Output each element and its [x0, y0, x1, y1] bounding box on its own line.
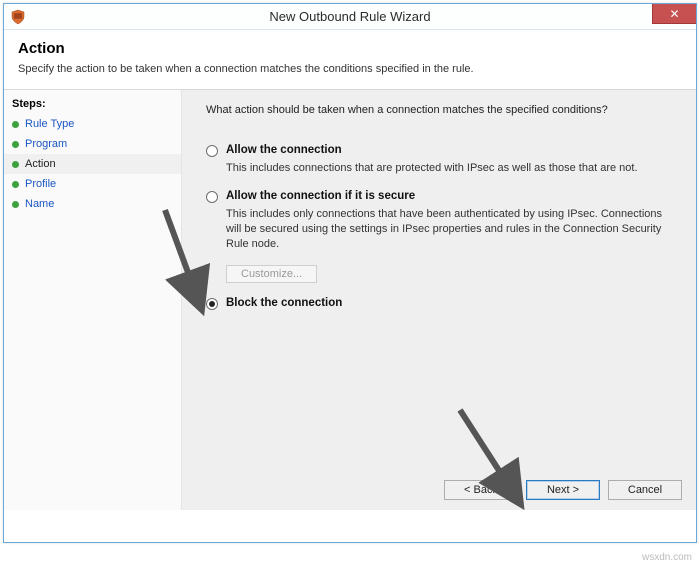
sidebar-item-program[interactable]: Program — [4, 134, 181, 154]
sidebar-item-label: Name — [25, 198, 54, 210]
option-block[interactable]: Block the connection — [206, 297, 678, 310]
next-button[interactable]: Next > — [526, 480, 600, 500]
close-button[interactable]: ✕ — [652, 4, 696, 24]
step-bullet-icon — [12, 181, 19, 188]
sidebar-item-profile[interactable]: Profile — [4, 174, 181, 194]
sidebar-item-action[interactable]: Action — [4, 154, 181, 174]
sidebar-item-rule-type[interactable]: Rule Type — [4, 114, 181, 134]
radio-allow[interactable] — [206, 145, 218, 157]
steps-sidebar: Steps: Rule Type Program Action Profile … — [4, 90, 182, 510]
radio-block[interactable] — [206, 298, 218, 310]
option-desc: This includes connections that are prote… — [226, 161, 666, 176]
option-title: Allow the connection if it is secure — [226, 190, 415, 202]
firewall-icon — [10, 9, 26, 25]
cancel-button[interactable]: Cancel — [608, 480, 682, 500]
main-panel: What action should be taken when a conne… — [182, 90, 696, 510]
sidebar-item-label: Action — [25, 158, 56, 170]
option-allow-secure[interactable]: Allow the connection if it is secure — [206, 190, 678, 203]
window-title: New Outbound Rule Wizard — [4, 9, 696, 24]
option-allow[interactable]: Allow the connection — [206, 144, 678, 157]
step-bullet-icon — [12, 201, 19, 208]
question-text: What action should be taken when a conne… — [206, 104, 678, 116]
wizard-button-bar: < Back Next > Cancel — [444, 480, 682, 500]
page-subtitle: Specify the action to be taken when a co… — [18, 63, 682, 75]
wizard-window: New Outbound Rule Wizard ✕ Action Specif… — [3, 3, 697, 543]
close-icon: ✕ — [669, 7, 679, 21]
page-title: Action — [18, 40, 682, 57]
watermark: wsxdn.com — [642, 552, 692, 563]
step-bullet-icon — [12, 121, 19, 128]
option-desc: This includes only connections that have… — [226, 207, 666, 252]
step-bullet-icon — [12, 141, 19, 148]
option-title: Block the connection — [226, 297, 342, 309]
back-button[interactable]: < Back — [444, 480, 518, 500]
radio-allow-secure[interactable] — [206, 191, 218, 203]
sidebar-item-label: Rule Type — [25, 118, 74, 130]
titlebar[interactable]: New Outbound Rule Wizard ✕ — [4, 4, 696, 30]
step-bullet-icon — [12, 161, 19, 168]
sidebar-item-label: Profile — [25, 178, 56, 190]
wizard-header: Action Specify the action to be taken wh… — [4, 30, 696, 90]
sidebar-item-name[interactable]: Name — [4, 194, 181, 214]
option-title: Allow the connection — [226, 144, 342, 156]
sidebar-item-label: Program — [25, 138, 67, 150]
steps-heading: Steps: — [4, 96, 181, 114]
customize-button: Customize... — [226, 265, 317, 283]
wizard-body: Steps: Rule Type Program Action Profile … — [4, 90, 696, 510]
